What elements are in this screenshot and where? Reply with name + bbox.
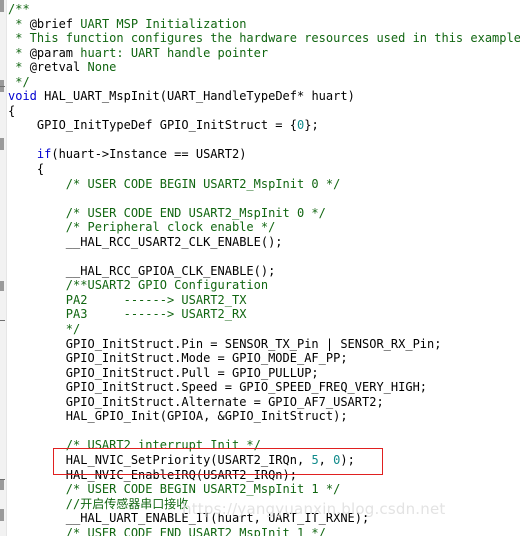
code-token: __HAL_RCC_USART2_CLK_ENABLE(); — [8, 234, 283, 249]
code-line[interactable]: HAL_GPIO_Init(GPIOA, &GPIO_InitStruct); — [8, 409, 520, 424]
code-token: huart: UART handle pointer — [73, 45, 269, 60]
code-token: GPIO_InitStruct.Mode = GPIO_MODE_AF_PP; — [8, 351, 348, 366]
code-token: /* Peripheral clock enable */ — [8, 220, 276, 235]
code-line[interactable]: GPIO_InitStruct.Pin = SENSOR_TX_Pin | SE… — [8, 337, 520, 352]
code-token: /* USER CODE BEGIN USART2_MspInit 1 */ — [8, 482, 341, 497]
code-content[interactable]: /** * @brief UART MSP Initialization * T… — [8, 2, 520, 536]
code-line[interactable]: { — [8, 162, 520, 177]
code-line[interactable]: /** — [8, 2, 520, 17]
code-line[interactable]: { — [8, 104, 520, 119]
code-line[interactable]: PA2 ------> USART2_TX — [8, 293, 520, 308]
code-editor-view[interactable]: /** * @brief UART MSP Initialization * T… — [0, 0, 520, 536]
code-token: { — [8, 103, 16, 118]
code-line[interactable]: /* USER CODE END USART2_MspInit 1 */ — [8, 526, 520, 536]
code-token: /* USER CODE BEGIN USART2_MspInit 0 */ — [8, 176, 341, 191]
code-token: }; — [304, 118, 319, 133]
code-token: * — [8, 45, 30, 60]
code-line[interactable]: GPIO_InitStruct.Alternate = GPIO_AF7_USA… — [8, 395, 520, 410]
code-token: ); — [340, 452, 355, 467]
code-line[interactable]: GPIO_InitStruct.Pull = GPIO_PULLUP; — [8, 366, 520, 381]
code-line[interactable]: /* USER CODE END USART2_MspInit 0 */ — [8, 206, 520, 221]
code-token: GPIO_InitStruct.Pin = SENSOR_TX_Pin | SE… — [8, 336, 442, 351]
code-line[interactable]: */ — [8, 322, 520, 337]
fold-marker-icon[interactable] — [0, 138, 4, 150]
code-token: GPIO_InitTypeDef GPIO_InitStruct = { — [8, 118, 297, 133]
code-line[interactable] — [8, 133, 520, 148]
code-line[interactable]: /* Peripheral clock enable */ — [8, 220, 520, 235]
fold-tick-icon[interactable] — [0, 479, 5, 480]
code-line[interactable]: /* USART2 interrupt Init */ — [8, 438, 520, 453]
fold-marker-icon[interactable] — [0, 480, 4, 490]
code-token: /** — [8, 2, 30, 16]
code-token: None — [80, 60, 117, 75]
code-token: HAL_NVIC_SetPriority(USART2_IRQn, — [8, 452, 312, 467]
code-line[interactable]: /* USER CODE BEGIN USART2_MspInit 0 */ — [8, 177, 520, 192]
code-token: (huart->Instance == USART2) — [51, 147, 247, 162]
code-token: /**USART2 GPIO Configuration — [8, 278, 269, 293]
code-line[interactable]: __HAL_RCC_GPIOA_CLK_ENABLE(); — [8, 264, 520, 279]
code-token: /* USER CODE END USART2_MspInit 0 */ — [8, 205, 326, 220]
code-line[interactable]: HAL_NVIC_EnableIRQ(USART2_IRQn); — [8, 468, 520, 483]
code-token: , — [318, 452, 334, 467]
code-token: /* USER CODE END USART2_MspInit 1 */ — [8, 525, 326, 536]
code-token: { — [8, 162, 45, 177]
code-token: PA2 ------> USART2_TX — [8, 292, 247, 307]
code-line[interactable]: GPIO_InitStruct.Speed = GPIO_SPEED_FREQ_… — [8, 380, 520, 395]
code-token: * — [8, 16, 30, 31]
code-token: @brief — [29, 16, 74, 31]
code-token: UART MSP Initialization — [73, 16, 247, 31]
code-line[interactable] — [8, 249, 520, 264]
code-line[interactable]: if(huart->Instance == USART2) — [8, 147, 520, 162]
code-token: __HAL_RCC_GPIOA_CLK_ENABLE(); — [8, 263, 276, 278]
code-token: /* USART2 interrupt Init */ — [8, 438, 261, 453]
code-line[interactable] — [8, 424, 520, 439]
code-token: @retval — [29, 60, 81, 75]
code-token: GPIO_InitStruct.Alternate = GPIO_AF7_USA… — [8, 394, 384, 409]
code-token: 5 — [311, 452, 319, 467]
code-token: HAL_GPIO_Init(GPIOA, &GPIO_InitStruct); — [8, 409, 348, 424]
code-token: //开启传感器串口接收 — [8, 496, 189, 511]
code-token: PA3 ------> USART2_RX — [8, 307, 247, 322]
editor-gutter[interactable] — [0, 0, 7, 536]
code-token: * This function configures the hardware … — [8, 31, 520, 46]
code-token: */ — [8, 322, 81, 337]
code-line[interactable]: GPIO_InitTypeDef GPIO_InitStruct = {0}; — [8, 118, 520, 133]
fold-marker-icon[interactable] — [0, 281, 4, 291]
fold-tick-icon[interactable] — [0, 320, 5, 321]
code-line[interactable]: __HAL_RCC_USART2_CLK_ENABLE(); — [8, 235, 520, 250]
code-line[interactable]: /**USART2 GPIO Configuration — [8, 278, 520, 293]
watermark-text: https://yangyuanxin.blog.csdn.net — [182, 500, 446, 518]
code-line[interactable]: */ — [8, 75, 520, 90]
code-token: void — [8, 89, 37, 104]
fold-marker-icon[interactable] — [0, 0, 4, 12]
fold-tick-icon[interactable] — [0, 86, 5, 87]
code-line[interactable]: GPIO_InitStruct.Mode = GPIO_MODE_AF_PP; — [8, 351, 520, 366]
code-token: HAL_NVIC_EnableIRQ(USART2_IRQn); — [8, 467, 297, 482]
code-line[interactable]: * @retval None — [8, 60, 520, 75]
code-token: @param — [29, 45, 74, 60]
code-line[interactable] — [8, 191, 520, 206]
code-line[interactable]: * @param huart: UART handle pointer — [8, 46, 520, 61]
code-line[interactable]: * @brief UART MSP Initialization — [8, 17, 520, 32]
code-line[interactable]: * This function configures the hardware … — [8, 31, 520, 46]
fold-marker-icon[interactable] — [0, 509, 4, 521]
code-token: if — [36, 147, 52, 162]
code-token: HAL_UART_MspInit(UART_HandleTypeDef* hua… — [36, 89, 355, 104]
code-token: GPIO_InitStruct.Speed = GPIO_SPEED_FREQ_… — [8, 380, 428, 395]
code-line[interactable]: HAL_NVIC_SetPriority(USART2_IRQn, 5, 0); — [8, 453, 520, 468]
code-token: * — [8, 60, 30, 75]
code-line[interactable]: PA3 ------> USART2_RX — [8, 307, 520, 322]
code-token: GPIO_InitStruct.Pull = GPIO_PULLUP; — [8, 365, 319, 380]
code-line[interactable]: void HAL_UART_MspInit(UART_HandleTypeDef… — [8, 89, 520, 104]
code-token: */ — [8, 74, 30, 89]
code-line[interactable]: /* USER CODE BEGIN USART2_MspInit 1 */ — [8, 482, 520, 497]
